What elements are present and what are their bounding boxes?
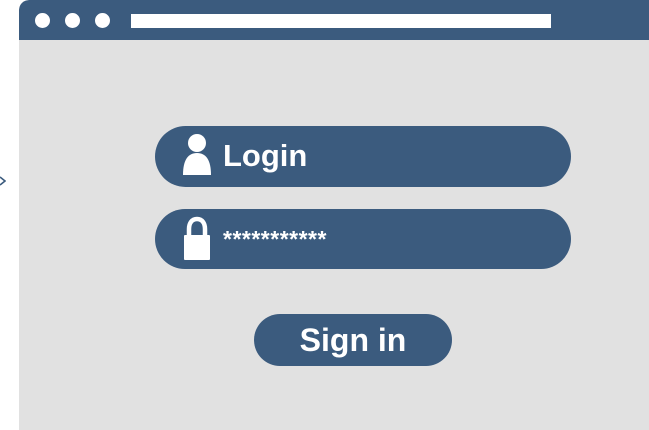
sign-in-button[interactable]: Sign in (254, 314, 452, 366)
lock-icon (184, 216, 210, 260)
window-titlebar (19, 0, 649, 40)
address-bar[interactable] (131, 14, 551, 28)
password-value: *********** (223, 226, 327, 252)
left-connector-arrow (0, 176, 6, 186)
login-illustration: Login *********** Sign in (0, 0, 649, 430)
window-dot-icon (95, 13, 110, 28)
login-field[interactable]: Login (155, 126, 571, 187)
user-icon (183, 134, 211, 175)
window-dot-icon (65, 13, 80, 28)
sign-in-label: Sign in (299, 322, 407, 358)
login-label: Login (223, 138, 308, 173)
password-field[interactable]: *********** (155, 209, 571, 269)
browser-window: Login *********** Sign in (19, 0, 649, 430)
window-dot-icon (35, 13, 50, 28)
